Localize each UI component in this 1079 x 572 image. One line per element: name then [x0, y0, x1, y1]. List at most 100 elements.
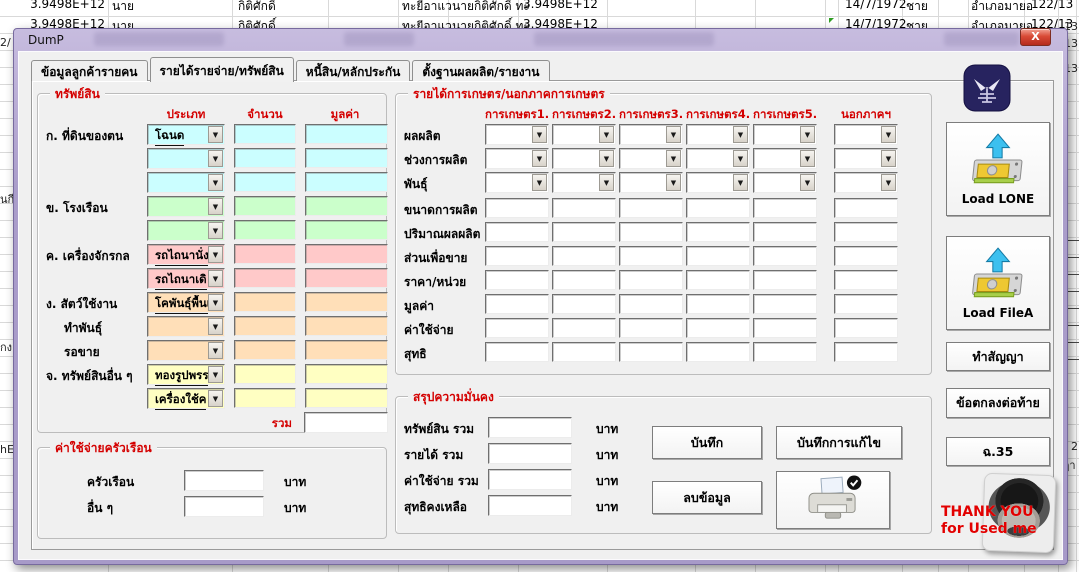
- income-text-field[interactable]: [552, 222, 616, 242]
- income-text-field[interactable]: [552, 246, 616, 266]
- summary-total-field[interactable]: [488, 469, 572, 490]
- income-text-field[interactable]: [485, 342, 549, 362]
- chevron-down-icon[interactable]: ▼: [733, 174, 748, 191]
- income-combo[interactable]: ▼: [619, 148, 683, 169]
- save-edit-button[interactable]: บันทึกการแก้ไข: [776, 426, 902, 459]
- chevron-down-icon[interactable]: ▼: [208, 126, 223, 143]
- asset-value-field[interactable]: [305, 316, 388, 336]
- addendum-button[interactable]: ข้อตกลงต่อท้าย: [946, 388, 1050, 418]
- asset-value-field[interactable]: [305, 268, 388, 288]
- asset-value-field[interactable]: [305, 220, 388, 240]
- income-text-field[interactable]: [619, 270, 683, 290]
- asset-qty-field[interactable]: [234, 292, 296, 312]
- load-lone-button[interactable]: Load LONE: [946, 122, 1050, 216]
- contract-button[interactable]: ทำสัญญา: [946, 342, 1050, 371]
- asset-qty-field[interactable]: [234, 148, 296, 168]
- asset-qty-field[interactable]: [234, 172, 296, 192]
- income-text-field[interactable]: [834, 342, 898, 362]
- asset-type-combo[interactable]: ▼: [147, 340, 225, 361]
- close-button[interactable]: X: [1020, 28, 1051, 46]
- asset-qty-field[interactable]: [234, 340, 296, 360]
- asset-type-combo[interactable]: ▼: [147, 196, 225, 217]
- chevron-down-icon[interactable]: ▼: [532, 126, 547, 143]
- income-text-field[interactable]: [619, 198, 683, 218]
- asset-type-combo[interactable]: โคพันธุ์พื้นเ▼: [147, 292, 225, 313]
- summary-total-field[interactable]: [488, 495, 572, 516]
- tab-production-report[interactable]: ตั้งฐานผลผลิต/รายงาน: [412, 60, 549, 81]
- income-combo[interactable]: ▼: [485, 124, 549, 145]
- tab-income-assets[interactable]: รายได้รายจ่าย/ทรัพย์สิน: [150, 57, 294, 82]
- tab-debt-collateral[interactable]: หนี้สิน/หลักประกัน: [296, 60, 411, 81]
- asset-value-field[interactable]: [305, 148, 388, 168]
- income-text-field[interactable]: [619, 294, 683, 314]
- income-text-field[interactable]: [686, 222, 750, 242]
- asset-qty-field[interactable]: [234, 316, 296, 336]
- income-text-field[interactable]: [619, 222, 683, 242]
- asset-value-field[interactable]: [305, 292, 388, 312]
- income-text-field[interactable]: [619, 246, 683, 266]
- chevron-down-icon[interactable]: ▼: [208, 198, 223, 215]
- income-text-field[interactable]: [686, 318, 750, 338]
- chevron-down-icon[interactable]: ▼: [599, 126, 614, 143]
- income-combo[interactable]: ▼: [619, 124, 683, 145]
- chevron-down-icon[interactable]: ▼: [666, 150, 681, 167]
- asset-type-combo[interactable]: ▼: [147, 316, 225, 337]
- income-text-field[interactable]: [753, 318, 817, 338]
- asset-type-combo[interactable]: ▼: [147, 220, 225, 241]
- income-text-field[interactable]: [686, 198, 750, 218]
- summary-total-field[interactable]: [488, 417, 572, 438]
- income-text-field[interactable]: [686, 294, 750, 314]
- household-expense-field[interactable]: [184, 470, 264, 491]
- chevron-down-icon[interactable]: ▼: [208, 390, 223, 407]
- delete-button[interactable]: ลบข้อมูล: [652, 481, 762, 514]
- income-combo[interactable]: ▼: [485, 172, 549, 193]
- chevron-down-icon[interactable]: ▼: [208, 270, 223, 287]
- tab-customer-data[interactable]: ข้อมูลลูกค้ารายคน: [31, 60, 148, 81]
- income-text-field[interactable]: [753, 198, 817, 218]
- chevron-down-icon[interactable]: ▼: [208, 150, 223, 167]
- income-combo[interactable]: ▼: [753, 148, 817, 169]
- chevron-down-icon[interactable]: ▼: [208, 222, 223, 239]
- asset-value-field[interactable]: [305, 388, 388, 408]
- income-text-field[interactable]: [834, 270, 898, 290]
- income-combo[interactable]: ▼: [753, 172, 817, 193]
- income-combo[interactable]: ▼: [686, 148, 750, 169]
- income-text-field[interactable]: [834, 294, 898, 314]
- income-text-field[interactable]: [552, 318, 616, 338]
- chevron-down-icon[interactable]: ▼: [666, 126, 681, 143]
- asset-value-field[interactable]: [305, 124, 388, 144]
- income-text-field[interactable]: [485, 246, 549, 266]
- asset-qty-field[interactable]: [234, 388, 296, 408]
- asset-value-field[interactable]: [305, 172, 388, 192]
- income-combo[interactable]: ▼: [834, 172, 898, 193]
- income-text-field[interactable]: [753, 246, 817, 266]
- chevron-down-icon[interactable]: ▼: [800, 126, 815, 143]
- income-text-field[interactable]: [552, 198, 616, 218]
- chevron-down-icon[interactable]: ▼: [733, 126, 748, 143]
- asset-qty-field[interactable]: [234, 124, 296, 144]
- income-combo[interactable]: ▼: [686, 172, 750, 193]
- income-text-field[interactable]: [485, 222, 549, 242]
- summary-total-field[interactable]: [488, 443, 572, 464]
- chevron-down-icon[interactable]: ▼: [881, 126, 896, 143]
- asset-qty-field[interactable]: [234, 220, 296, 240]
- income-text-field[interactable]: [834, 198, 898, 218]
- household-expense-field[interactable]: [184, 496, 264, 517]
- asset-type-combo[interactable]: เครื่องใช้ค▼: [147, 388, 225, 409]
- chevron-down-icon[interactable]: ▼: [208, 342, 223, 359]
- income-text-field[interactable]: [686, 342, 750, 362]
- income-combo[interactable]: ▼: [619, 172, 683, 193]
- dialog-titlebar[interactable]: DumP X: [14, 29, 1067, 51]
- income-combo[interactable]: ▼: [552, 124, 616, 145]
- chevron-down-icon[interactable]: ▼: [881, 150, 896, 167]
- income-text-field[interactable]: [485, 318, 549, 338]
- chevron-down-icon[interactable]: ▼: [800, 174, 815, 191]
- chevron-down-icon[interactable]: ▼: [599, 150, 614, 167]
- income-text-field[interactable]: [753, 270, 817, 290]
- save-button[interactable]: บันทึก: [652, 426, 762, 459]
- chevron-down-icon[interactable]: ▼: [733, 150, 748, 167]
- income-text-field[interactable]: [619, 342, 683, 362]
- income-text-field[interactable]: [686, 246, 750, 266]
- chevron-down-icon[interactable]: ▼: [208, 294, 223, 311]
- form35-button[interactable]: ฉ.35: [946, 437, 1050, 466]
